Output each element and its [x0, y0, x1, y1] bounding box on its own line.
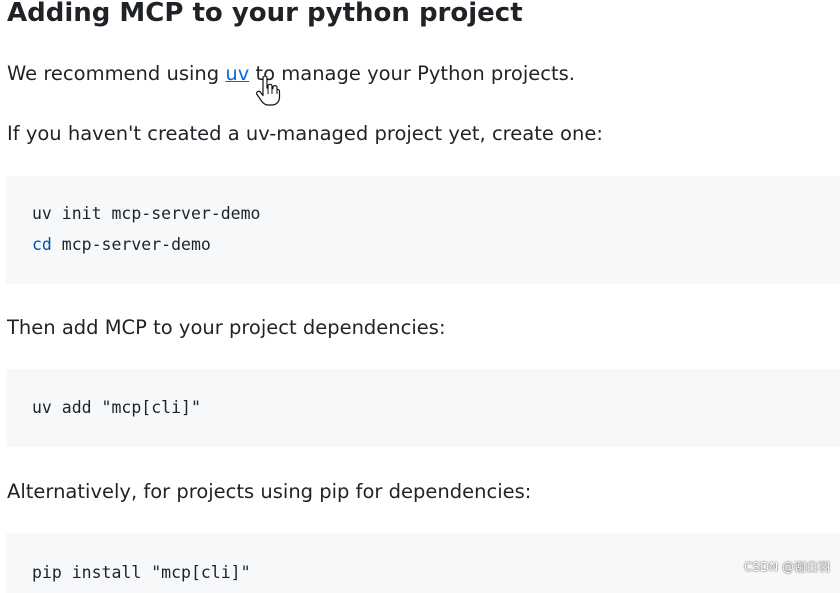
docs-page: Adding MCP to your python project We rec…: [0, 0, 840, 593]
pip-alternative-paragraph: Alternatively, for projects using pip fo…: [7, 480, 532, 503]
code-line-uv-add: uv add "mcp[cli]": [32, 398, 201, 417]
section-heading: Adding MCP to your python project: [7, 0, 523, 28]
csdn-watermark: CSDN @谢白羽: [743, 560, 830, 574]
recommend-text-after: to manage your Python projects.: [249, 62, 575, 85]
code-block-init: uv init mcp-server-demo cd mcp-server-de…: [6, 176, 840, 284]
hand-pointer-cursor-icon: [256, 76, 281, 106]
code-line-uv-init: uv init mcp-server-demo: [32, 204, 261, 223]
code-keyword-cd: cd: [32, 235, 52, 254]
code-line-pip-install: pip install "mcp[cli]": [32, 563, 251, 582]
code-block-uv-add: uv add "mcp[cli]": [6, 369, 840, 447]
code-block-pip-install: pip install "mcp[cli]": [6, 533, 840, 593]
create-project-paragraph: If you haven't created a uv-managed proj…: [7, 122, 603, 145]
add-dependency-paragraph: Then add MCP to your project dependencie…: [7, 316, 446, 339]
code-line-cd: cd mcp-server-demo: [32, 233, 211, 257]
recommend-paragraph: We recommend using uv to manage your Pyt…: [7, 60, 575, 88]
code-line-cd-arg: mcp-server-demo: [51, 235, 211, 254]
uv-link[interactable]: uv: [225, 62, 249, 85]
recommend-text-before: We recommend using: [7, 62, 226, 85]
